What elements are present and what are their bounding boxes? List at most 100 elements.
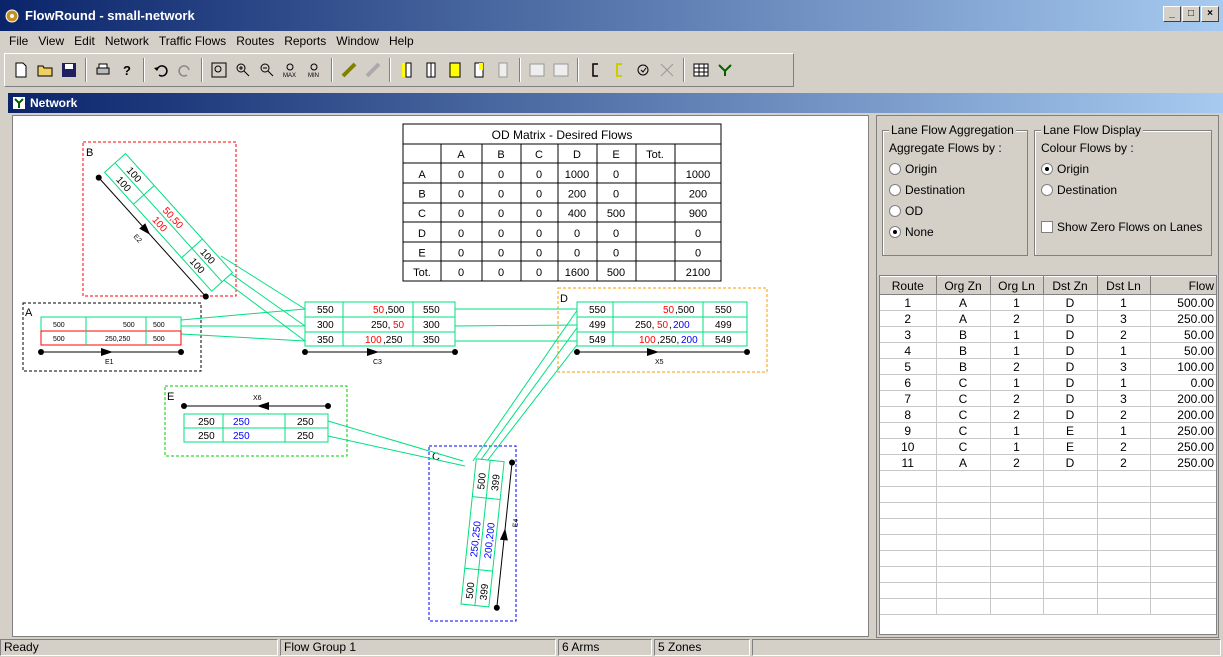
od-cell: 0 bbox=[536, 169, 542, 181]
delete-road-icon[interactable] bbox=[362, 59, 384, 81]
aggregation-subtitle: Aggregate Flows by : bbox=[889, 141, 1002, 155]
col-org-ln[interactable]: Org Ln bbox=[990, 276, 1044, 295]
flow-label: 549 bbox=[589, 335, 606, 346]
radio-agg-none[interactable]: None bbox=[889, 225, 934, 239]
canvas-scrollbar[interactable] bbox=[869, 115, 875, 637]
menu-window[interactable]: Window bbox=[331, 34, 384, 48]
maximize-button[interactable]: □ bbox=[1182, 6, 1200, 22]
radio-colour-destination[interactable]: Destination bbox=[1041, 183, 1117, 197]
radio-agg-origin[interactable]: Origin bbox=[889, 162, 937, 176]
table-row-empty bbox=[880, 470, 1216, 487]
table-row[interactable]: 10 C 1 E 2 250.00 bbox=[880, 438, 1216, 455]
col-dst-zn[interactable]: Dst Zn bbox=[1043, 276, 1098, 295]
table-row[interactable]: 11 A 2 D 2 250.00 bbox=[880, 454, 1216, 471]
radio-circle-selected[interactable] bbox=[1041, 163, 1053, 175]
table-cell-empty bbox=[880, 470, 937, 487]
radio-colour-origin[interactable]: Origin bbox=[1041, 162, 1089, 176]
menu-edit[interactable]: Edit bbox=[69, 34, 100, 48]
table-cell: A bbox=[936, 294, 991, 311]
lane-up-icon[interactable] bbox=[444, 59, 466, 81]
redo-icon[interactable] bbox=[174, 59, 196, 81]
open-folder-icon[interactable] bbox=[34, 59, 56, 81]
table-row[interactable]: 8 C 2 D 2 200.00 bbox=[880, 406, 1216, 423]
flow-label: 50 bbox=[663, 305, 675, 316]
curve-left-icon[interactable] bbox=[584, 59, 606, 81]
minimize-button[interactable]: _ bbox=[1163, 6, 1181, 22]
table-cell: D bbox=[1043, 406, 1098, 423]
right-panel: Lane Flow Aggregation Aggregate Flows by… bbox=[876, 115, 1219, 638]
close-button[interactable]: × bbox=[1201, 6, 1219, 22]
flow-label: 250 bbox=[297, 417, 314, 428]
undo-icon[interactable] bbox=[150, 59, 172, 81]
routes-grid[interactable]: Route Org Zn Org Ln Dst Zn Dst Ln Flow 1… bbox=[879, 275, 1217, 635]
radio-agg-od[interactable]: OD bbox=[889, 204, 923, 218]
new-file-icon[interactable] bbox=[10, 59, 32, 81]
table-row[interactable]: 2 A 2 D 3 250.00 bbox=[880, 310, 1216, 327]
arm-x6[interactable]: X6 250 250 250 250 250 250 bbox=[181, 395, 331, 443]
menu-file[interactable]: File bbox=[4, 34, 33, 48]
radio-circle[interactable] bbox=[1041, 184, 1053, 196]
table-row[interactable]: 1 A 1 D 1 500.00 bbox=[880, 294, 1216, 311]
table-cell-empty bbox=[880, 598, 937, 615]
menu-view[interactable]: View bbox=[33, 34, 69, 48]
radio-agg-destination[interactable]: Destination bbox=[889, 183, 965, 197]
save-icon[interactable] bbox=[58, 59, 80, 81]
col-org-zn[interactable]: Org Zn bbox=[936, 276, 991, 295]
menu-traffic-flows[interactable]: Traffic Flows bbox=[154, 34, 231, 48]
grid-disabled-icon[interactable] bbox=[526, 59, 548, 81]
table-row[interactable]: 5 B 2 D 3 100.00 bbox=[880, 358, 1216, 375]
delete-disabled-icon[interactable] bbox=[656, 59, 678, 81]
menu-reports[interactable]: Reports bbox=[279, 34, 331, 48]
table-row[interactable]: 9 C 1 E 1 250.00 bbox=[880, 422, 1216, 439]
od-cell: 0 bbox=[458, 228, 464, 240]
network-window-label: Network bbox=[30, 96, 78, 110]
status-zones: 5 Zones bbox=[654, 639, 750, 656]
lane-right-icon[interactable] bbox=[468, 59, 490, 81]
table-row[interactable]: 7 C 2 D 3 200.00 bbox=[880, 390, 1216, 407]
col-dst-ln[interactable]: Dst Ln bbox=[1097, 276, 1151, 295]
show-zero-flows-checkbox[interactable]: Show Zero Flows on Lanes bbox=[1041, 220, 1202, 234]
col-flow[interactable]: Flow bbox=[1150, 276, 1216, 295]
table-cell-empty bbox=[1043, 582, 1098, 599]
lane-left-icon[interactable] bbox=[396, 59, 418, 81]
network-icon[interactable] bbox=[714, 59, 736, 81]
network-canvas[interactable]: OD Matrix - Desired Flows A B C D E Tot.… bbox=[12, 115, 869, 637]
network-diagram[interactable]: OD Matrix - Desired Flows A B C D E Tot.… bbox=[13, 116, 870, 638]
radio-circle[interactable] bbox=[889, 163, 901, 175]
arm-e1[interactable]: 500 500 500 500 250,250 500 E1 bbox=[38, 316, 184, 366]
od-cell: 500 bbox=[607, 208, 625, 220]
draw-road-icon[interactable] bbox=[338, 59, 360, 81]
lane-disabled-icon[interactable] bbox=[492, 59, 514, 81]
print-icon[interactable] bbox=[92, 59, 114, 81]
radio-circle[interactable] bbox=[889, 205, 901, 217]
table-row[interactable]: 3 B 1 D 2 50.00 bbox=[880, 326, 1216, 343]
arm-c3[interactable]: 550 50 ,500 550 300 250, 50 300 350 100 … bbox=[302, 301, 458, 366]
flow-label: 500 bbox=[465, 581, 478, 599]
radio-circle-selected[interactable] bbox=[889, 226, 901, 238]
zoom-max-icon[interactable]: MAX bbox=[280, 59, 302, 81]
table-icon[interactable] bbox=[690, 59, 712, 81]
zoom-in-icon[interactable] bbox=[232, 59, 254, 81]
rotate-icon[interactable] bbox=[632, 59, 654, 81]
zoom-min-icon[interactable]: MIN bbox=[304, 59, 326, 81]
table-row[interactable]: 6 C 1 D 1 0.00 bbox=[880, 374, 1216, 391]
table-cell: 2 bbox=[1097, 326, 1151, 343]
menu-routes[interactable]: Routes bbox=[231, 34, 279, 48]
zoom-out-icon[interactable] bbox=[256, 59, 278, 81]
arm-x5[interactable]: 550 50 ,500 550 499 250, 50 , 200 499 54… bbox=[574, 301, 750, 366]
curve-yellow-icon[interactable] bbox=[608, 59, 630, 81]
table-cell-empty bbox=[1150, 550, 1216, 567]
menu-network[interactable]: Network bbox=[100, 34, 154, 48]
menu-help[interactable]: Help bbox=[384, 34, 419, 48]
checkbox-box[interactable] bbox=[1041, 221, 1053, 233]
help-icon[interactable]: ? bbox=[116, 59, 138, 81]
arm-e2[interactable]: 100 100 50,50 100 100 100 E2 bbox=[85, 151, 235, 309]
table-row[interactable]: 4 B 1 D 1 50.00 bbox=[880, 342, 1216, 359]
od-cell: 0 bbox=[536, 228, 542, 240]
radio-circle[interactable] bbox=[889, 184, 901, 196]
col-route[interactable]: Route bbox=[880, 276, 937, 295]
lane-split-icon[interactable] bbox=[420, 59, 442, 81]
grid-disabled-2-icon[interactable] bbox=[550, 59, 572, 81]
zoom-window-icon[interactable] bbox=[208, 59, 230, 81]
od-cell: A bbox=[418, 169, 426, 181]
